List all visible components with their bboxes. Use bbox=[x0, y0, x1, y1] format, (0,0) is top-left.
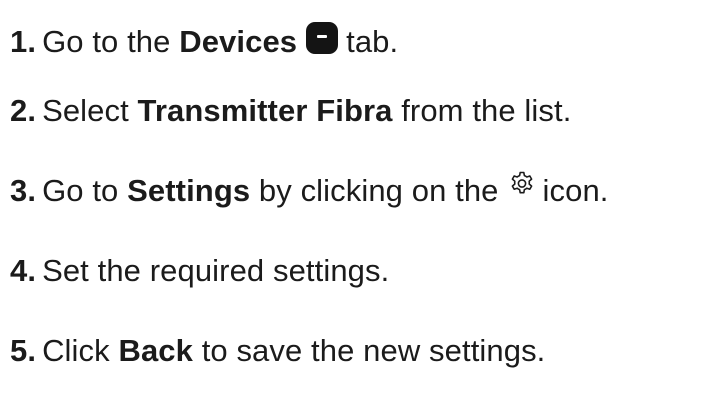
step-number: 5. bbox=[10, 332, 37, 368]
step-text: to save the new settings. bbox=[201, 332, 546, 368]
step-number: 1. bbox=[10, 23, 37, 59]
step-1: 1. Go to the Devices tab. bbox=[10, 12, 707, 70]
step-text: from the list. bbox=[401, 92, 572, 128]
devices-tab-label: Devices bbox=[179, 23, 298, 59]
step-2: 2. Select Transmitter Fibra from the lis… bbox=[10, 70, 707, 150]
step-text: Set the required settings. bbox=[42, 252, 390, 288]
back-label: Back bbox=[118, 332, 193, 368]
device-name-label: Transmitter Fibra bbox=[137, 92, 393, 128]
step-4: 4. Set the required settings. bbox=[10, 230, 707, 310]
step-number: 2. bbox=[10, 92, 37, 128]
step-text: by clicking on the bbox=[258, 172, 499, 208]
step-text: icon. bbox=[542, 172, 609, 208]
settings-label: Settings bbox=[127, 172, 251, 208]
step-text: Go to the bbox=[42, 23, 171, 59]
gear-icon bbox=[507, 169, 537, 199]
step-5: 5. Click Back to save the new settings. bbox=[10, 310, 707, 390]
step-text: tab. bbox=[346, 23, 399, 59]
step-text: Go to bbox=[42, 172, 119, 208]
device-tab-icon bbox=[306, 22, 339, 54]
step-number: 4. bbox=[10, 252, 37, 288]
step-number: 3. bbox=[10, 172, 37, 208]
instruction-steps: 1. Go to the Devices tab. 2. Select Tran… bbox=[10, 12, 707, 390]
step-3: 3. Go to Settings by clicking on the ico… bbox=[10, 150, 707, 230]
step-text: Click bbox=[42, 332, 110, 368]
step-text: Select bbox=[42, 92, 129, 128]
